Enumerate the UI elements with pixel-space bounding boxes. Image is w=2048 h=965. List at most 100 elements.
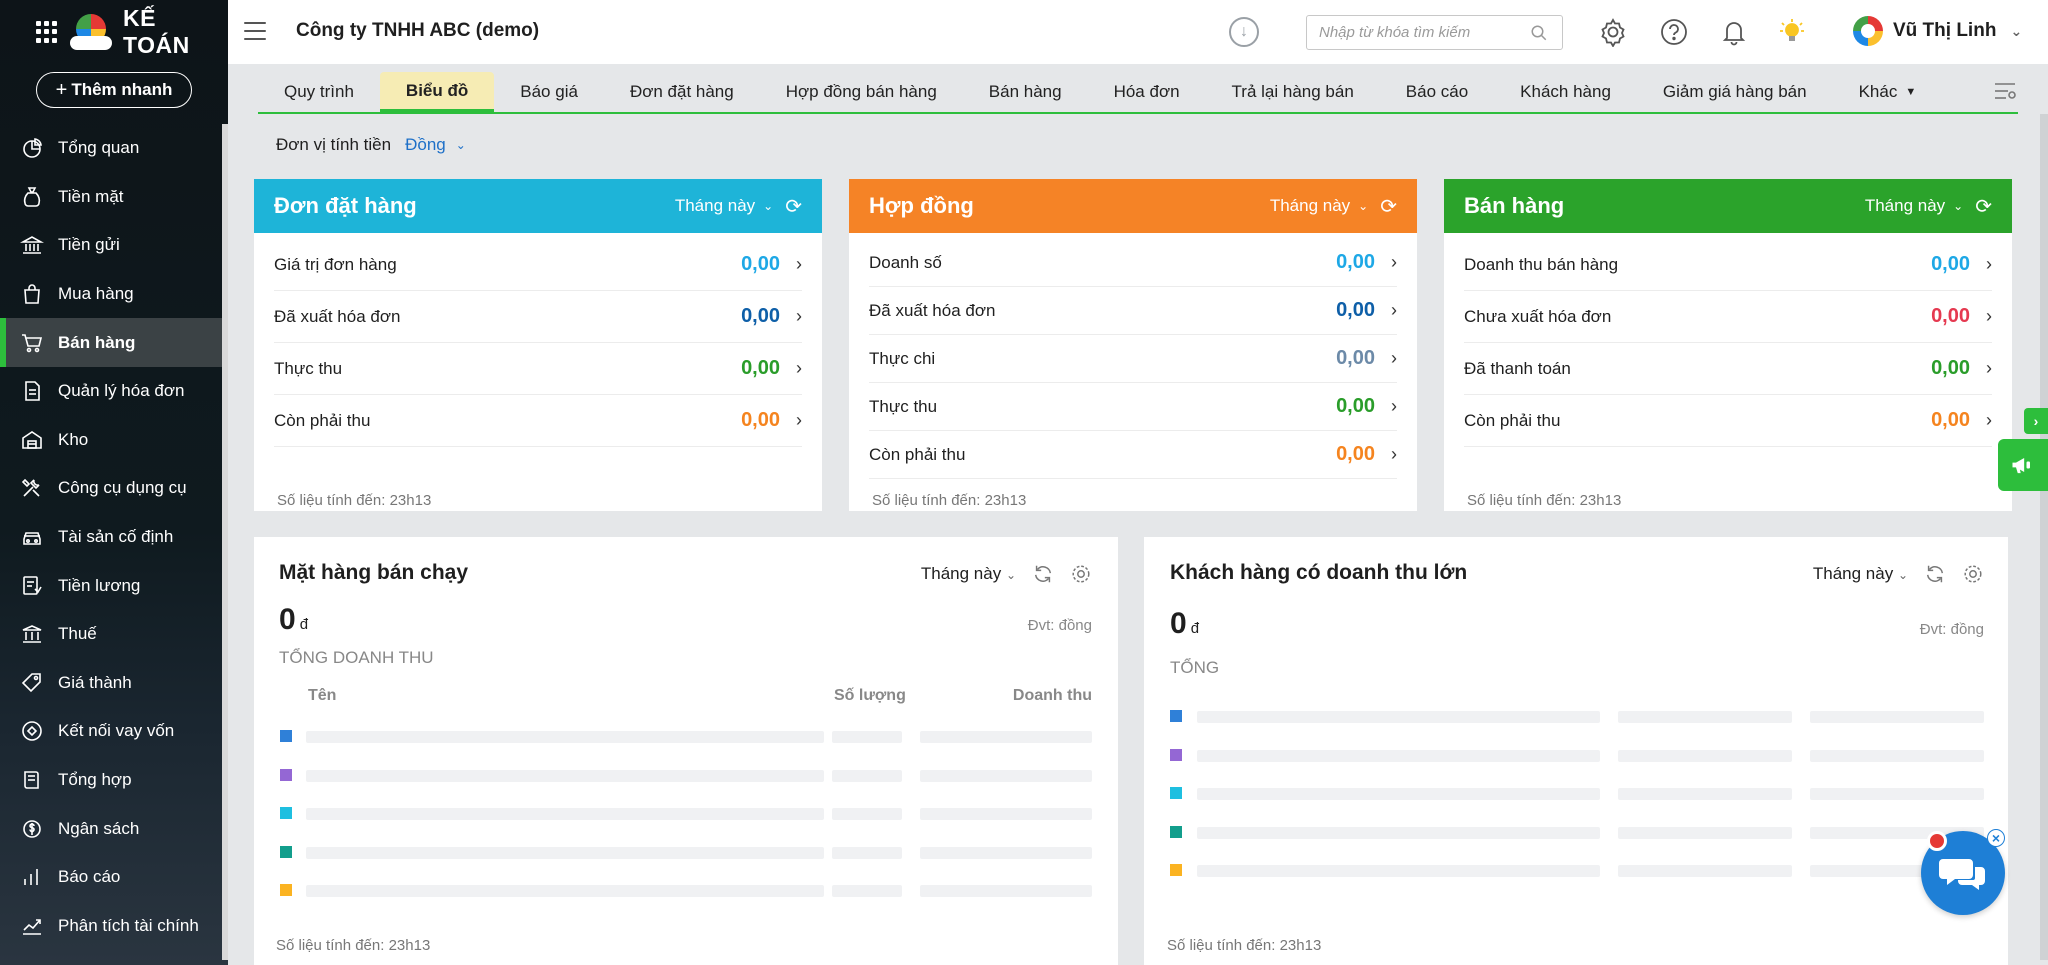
sidebar-item-7[interactable]: Kho (0, 416, 222, 465)
close-icon[interactable]: × (1987, 829, 2005, 847)
card-metric-row[interactable]: Doanh thu bán hàng 0,00 › (1464, 239, 1992, 291)
tab-12[interactable]: Khác ▼ (1833, 72, 1943, 112)
period-select[interactable]: Tháng này ⌄ ⟳ (1270, 194, 1397, 219)
chevron-down-icon: ⌄ (763, 199, 774, 213)
tab-5[interactable]: Hợp đồng bán hàng (760, 72, 963, 112)
card-metric-row[interactable]: Thực chi 0,00 › (869, 335, 1397, 383)
period-select[interactable]: Tháng này ⌄ ⟳ (1865, 194, 1992, 219)
sidebar-item-label: Tổng quan (58, 138, 140, 158)
settings-gear-icon[interactable] (1598, 17, 1628, 47)
metric-label: Doanh thu bán hàng (1464, 254, 1619, 274)
metric-value: 0,00 (1336, 251, 1375, 273)
period-select[interactable]: Tháng này ⌄ ⟳ (675, 194, 802, 219)
card-metric-row[interactable]: Doanh số 0,00 › (869, 239, 1397, 287)
card-metric-row[interactable]: Còn phải thu 0,00 › (274, 395, 802, 447)
search-input[interactable] (1319, 24, 1519, 41)
placeholder-bar (1197, 788, 1600, 800)
tab-6[interactable]: Bán hàng (963, 72, 1088, 112)
sidebar-item-8[interactable]: Công cụ dụng cụ (0, 464, 222, 513)
search-box[interactable] (1306, 15, 1563, 50)
currency-unit-select[interactable]: Đồng ⌄ (405, 135, 466, 155)
card-metric-row[interactable]: Đã xuất hóa đơn 0,00 › (869, 287, 1397, 335)
period-select[interactable]: Tháng này ⌄ (1813, 564, 1908, 584)
tab-label: Báo cáo (1405, 82, 1469, 101)
car-icon (20, 525, 44, 549)
sidebar-item-9[interactable]: Tài sản cố định (0, 513, 222, 562)
card-metric-row[interactable]: Đã xuất hóa đơn 0,00 › (274, 291, 802, 343)
main-scrollbar[interactable] (2040, 114, 2048, 960)
menu-toggle-icon[interactable] (244, 22, 266, 40)
tab-customize-icon[interactable] (1992, 78, 2018, 104)
settings-gear-icon[interactable] (1070, 563, 1092, 585)
metric-label: Thực chi (869, 348, 936, 368)
metric-label: Chưa xuất hóa đơn (1464, 306, 1612, 326)
sidebar-item-13[interactable]: Kết nối vay vốn (0, 707, 222, 756)
bank-icon (20, 233, 44, 257)
legend-swatch (280, 768, 292, 781)
refresh-icon[interactable] (1032, 563, 1054, 585)
card-metric-row[interactable]: Chưa xuất hóa đơn 0,00 › (1464, 291, 1992, 343)
tab-8[interactable]: Trả lại hàng bán (1206, 72, 1380, 112)
help-icon[interactable] (1659, 17, 1689, 47)
sidebar-item-10[interactable]: Tiền lương (0, 561, 222, 610)
tab-9[interactable]: Báo cáo (1380, 72, 1494, 112)
sidebar-item-12[interactable]: Giá thành (0, 659, 222, 708)
tab-2[interactable]: Biểu đồ (379, 72, 495, 112)
card-metric-row[interactable]: Thực thu 0,00 › (274, 343, 802, 395)
card-metric-row[interactable]: Thực thu 0,00 › (869, 383, 1397, 431)
sidebar-item-3[interactable]: Tiền gửi (0, 221, 222, 270)
card-metric-row[interactable]: Đã thanh toán 0,00 › (1464, 343, 1992, 395)
period-select[interactable]: Tháng này ⌄ (921, 564, 1016, 584)
notification-bell-icon[interactable] (1719, 17, 1749, 47)
placeholder-bar (832, 885, 902, 897)
bar-chart-icon (20, 865, 44, 889)
tab-3[interactable]: Báo giá (494, 72, 604, 112)
placeholder-bar (832, 808, 902, 820)
tab-label: Khác (1858, 82, 1898, 101)
sidebar-item-2[interactable]: Tiền mặt (0, 173, 222, 222)
sidebar-item-6[interactable]: Quản lý hóa đơn (0, 367, 222, 416)
idea-bulb-icon[interactable] (1777, 17, 1807, 47)
sidebar-item-15[interactable]: Ngân sách (0, 804, 222, 853)
sidebar-item-11[interactable]: Thuế (0, 610, 222, 659)
tab-1[interactable]: Quy trình (258, 72, 380, 112)
currency-unit-label: Đơn vị tính tiền (276, 135, 392, 154)
sidebar-item-14[interactable]: Tổng hợp (0, 756, 222, 805)
refresh-icon[interactable]: ⟳ (1380, 194, 1397, 219)
chevron-right-icon: › (796, 306, 802, 326)
card-metric-row[interactable]: Còn phải thu 0,00 › (869, 431, 1397, 479)
refresh-icon[interactable]: ⟳ (785, 194, 802, 219)
tab-7[interactable]: Hóa đơn (1088, 72, 1206, 112)
settings-gear-icon[interactable] (1962, 563, 1984, 585)
search-icon[interactable] (1530, 24, 1548, 42)
chevron-down-icon: ⌄ (1005, 568, 1016, 582)
quick-add-button[interactable]: + Thêm nhanh (36, 72, 192, 108)
tab-11[interactable]: Giảm giá hàng bán (1637, 72, 1833, 112)
company-name[interactable]: Công ty TNHH ABC (demo) (296, 20, 539, 42)
refresh-icon[interactable] (1924, 563, 1946, 585)
placeholder-bar (1618, 788, 1792, 800)
announcement-button[interactable] (1998, 439, 2048, 491)
card-metric-row[interactable]: Còn phải thu 0,00 › (1464, 395, 1992, 447)
placeholder-bar (306, 846, 824, 859)
metric-value: 0,00 (1336, 395, 1375, 417)
sidebar-item-17[interactable]: Phân tích tài chính (0, 902, 222, 951)
tab-4[interactable]: Đơn đặt hàng (604, 72, 760, 112)
sidebar-item-16[interactable]: Báo cáo (0, 853, 222, 902)
chat-support-button[interactable]: × (1921, 829, 2005, 915)
refresh-icon[interactable]: ⟳ (1975, 194, 1992, 219)
card-metric-row[interactable]: Giá trị đơn hàng 0,00 › (274, 239, 802, 291)
side-expand-button[interactable]: › (2024, 408, 2048, 434)
sidebar-item-1[interactable]: Tổng quan (0, 124, 222, 173)
placeholder-bar (920, 846, 1092, 859)
sidebar-item-4[interactable]: Mua hàng (0, 270, 222, 319)
chevron-down-icon: ⌄ (455, 138, 466, 152)
tab-10[interactable]: Khách hàng (1494, 72, 1637, 112)
card-footer: Số liệu tính đến: 23h13 (277, 492, 432, 509)
sidebar-item-5[interactable]: Bán hàng (0, 318, 222, 367)
download-icon[interactable]: ↓ (1229, 17, 1259, 47)
user-menu[interactable]: Vũ Thị Linh ⌄ (1853, 16, 2022, 46)
sidebar-scrollbar[interactable] (222, 124, 228, 960)
app-grid-icon[interactable] (36, 21, 58, 43)
column-header-name: Tên (308, 687, 337, 704)
